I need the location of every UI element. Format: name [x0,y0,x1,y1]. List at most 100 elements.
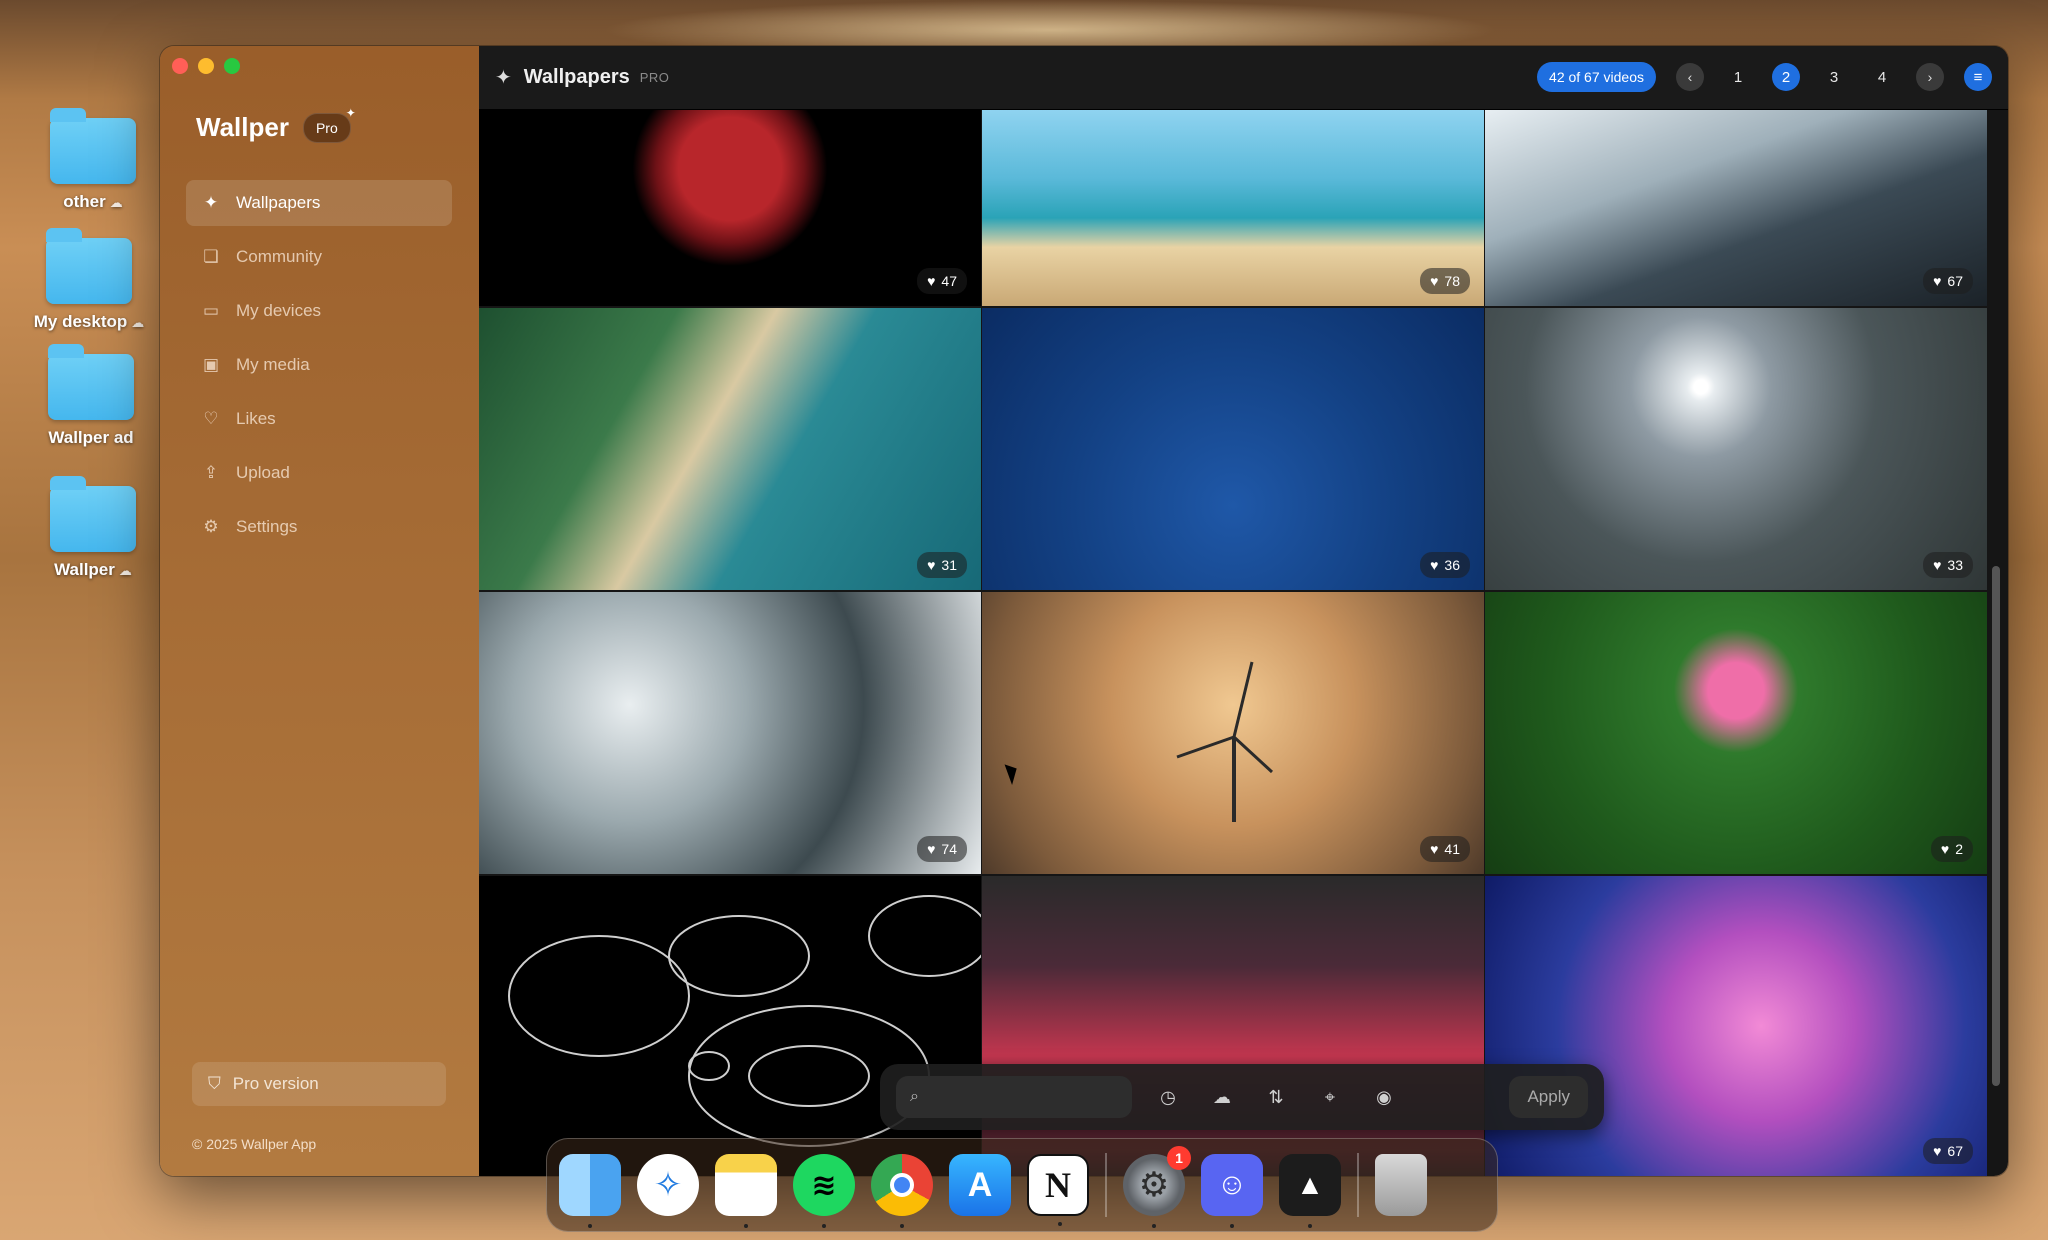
gear-icon: ⚙ [1138,1166,1170,1204]
desktop-folder-other[interactable]: other ☁ [18,108,168,212]
wallper-app-icon[interactable]: ▲ [1279,1154,1341,1228]
finder-app-icon[interactable] [559,1154,621,1228]
running-indicator [744,1224,748,1228]
chrome-app-icon[interactable] [871,1154,933,1228]
notification-badge: 1 [1167,1146,1191,1170]
heart-icon: ♡ [203,409,219,428]
wallpaper-tile-temple-sunset[interactable] [982,876,1484,1176]
pro-label: PRO [639,70,670,85]
wallpaper-tile-pink-smoke[interactable]: ♥ 67 [1485,876,1987,1176]
clock-icon[interactable]: ◷ [1150,1079,1186,1115]
wallpaper-tile-misty-mountains[interactable]: ♥ 33 [1485,308,1987,590]
user-icon[interactable]: ◉ [1366,1079,1402,1115]
page-4-button[interactable]: 4 [1868,63,1896,91]
wallpaper-tile-wind-turbine[interactable]: ♥ 41 [982,592,1484,874]
desktop-folder-my-desktop[interactable]: My desktop ☁ [14,228,164,332]
page-3-button[interactable]: 3 [1820,63,1848,91]
sidebar-item-upload[interactable]: ⇪ Upload [186,450,452,496]
video-count-badge: 42 of 67 videos [1537,62,1656,92]
running-indicator [900,1224,904,1228]
trash-icon[interactable] [1375,1154,1427,1216]
cloud-icon: ☁ [131,315,145,330]
community-icon: ❏ [203,247,219,266]
app-store-icon[interactable]: A [949,1154,1011,1216]
wallpaper-tile-topography[interactable] [479,876,981,1176]
running-indicator [1058,1222,1062,1226]
app-store-logo-icon: A [967,1165,993,1204]
sidebar-item-community[interactable]: ❏ Community [186,234,452,280]
next-page-button[interactable]: › [1916,63,1944,91]
sidebar-item-likes[interactable]: ♡ Likes [186,396,452,442]
previous-page-button[interactable]: ‹ [1676,63,1704,91]
likes-badge: ♥ 2 [1930,836,1973,862]
search-field[interactable]: ⌕ [896,1076,1132,1118]
apply-button[interactable]: Apply [1509,1076,1588,1118]
laptop-icon: ▭ [202,301,220,320]
sidebar-item-my-devices[interactable]: ▭ My devices [186,288,452,334]
zoom-button[interactable] [224,58,240,74]
safari-app-icon[interactable]: ✧ [637,1154,699,1216]
sparkle-icon: ✦ [495,67,512,89]
likes-badge: ♥ 31 [917,552,967,578]
heart-icon: ♥ [1933,1143,1942,1159]
notes-app-icon[interactable] [715,1154,777,1228]
minimize-button[interactable] [198,58,214,74]
running-indicator [1152,1224,1156,1228]
page-title: Wallpapers [523,66,630,88]
spotify-logo-icon: ≋ [811,1168,837,1202]
category-icon[interactable]: ☁ [1204,1079,1240,1115]
wallpaper-tile-apple[interactable]: ♥ 47 [479,110,981,306]
heart-icon: ♥ [1933,273,1942,289]
topography-art [508,895,981,1147]
heart-icon: ♥ [1933,557,1942,573]
likes-badge: ♥ 67 [1923,268,1973,294]
running-indicator [1230,1224,1234,1228]
running-indicator [1308,1224,1312,1228]
spotify-app-icon[interactable]: ≋ [793,1154,855,1228]
wallpaper-tile-wave[interactable]: ♥ 67 [1485,110,1987,306]
pro-badge[interactable]: Pro ✦ [302,106,356,143]
desktop-folder-wallper[interactable]: Wallper ☁ [18,476,168,580]
discord-app-icon[interactable]: ☺ [1201,1154,1263,1228]
pro-version-button[interactable]: ⛉ Pro version [192,1062,446,1106]
notion-app-icon[interactable]: N [1027,1154,1089,1226]
folder-icon [46,228,132,304]
sidebar-item-settings[interactable]: ⚙ Settings [186,504,452,550]
likes-badge: ♥ 41 [1420,836,1470,862]
sidebar-item-wallpapers[interactable]: ✦ Wallpapers [186,180,452,226]
page-1-button[interactable]: 1 [1724,63,1752,91]
sidebar: Wallper Pro ✦ ✦ Wallpapers ❏ Community ▭ … [160,46,479,1176]
likes-count: 41 [1444,841,1460,857]
tag-icon[interactable]: ⌖ [1312,1079,1348,1115]
cloud-icon: ☁ [118,563,132,578]
scrollbar[interactable] [1992,566,2000,1086]
likes-badge: ♥ 67 [1923,1138,1973,1164]
folder-icon [50,108,136,184]
sidebar-item-my-media[interactable]: ▣ My media [186,342,452,388]
page-2-button[interactable]: 2 [1772,63,1800,91]
sort-icon[interactable]: ⇅ [1258,1079,1294,1115]
heart-icon: ♥ [1430,273,1439,289]
search-icon: ⌕ [910,1088,919,1105]
wallpaper-tile-coast[interactable]: ♥ 31 [479,308,981,590]
close-button[interactable] [172,58,188,74]
system-settings-app-icon[interactable]: ⚙ 1 [1123,1146,1191,1228]
search-input[interactable] [928,1088,1109,1106]
shield-icon: ⛉ [208,1074,221,1093]
wallpaper-tile-sailboat[interactable]: ♥ 36 [982,308,1484,590]
likes-count: 36 [1444,557,1460,573]
likes-count: 2 [1955,841,1963,857]
wallpaper-grid: ♥ 47 ♥ 78 ♥ 67 ♥ 31 ♥ 36 ♥ 33 ♥ 74 ♥ 41 … [479,110,1987,1176]
desktop-folder-label: My desktop [33,312,128,331]
filter-icon[interactable]: ≡ [1964,63,1992,91]
gear-icon: ⚙ [203,517,219,536]
wallpaper-tile-beach[interactable]: ♥ 78 [982,110,1484,306]
likes-count: 78 [1444,273,1460,289]
heart-icon: ♥ [1430,557,1439,573]
dock-separator [1357,1153,1359,1217]
wind-turbine-art [1176,661,1274,822]
wallpaper-tile-lotus[interactable]: ♥ 2 [1485,592,1987,874]
heart-icon: ♥ [927,557,936,573]
wallpaper-tile-ocean-foam[interactable]: ♥ 74 [479,592,981,874]
desktop-folder-wallper-ad[interactable]: Wallper ad [16,344,166,448]
